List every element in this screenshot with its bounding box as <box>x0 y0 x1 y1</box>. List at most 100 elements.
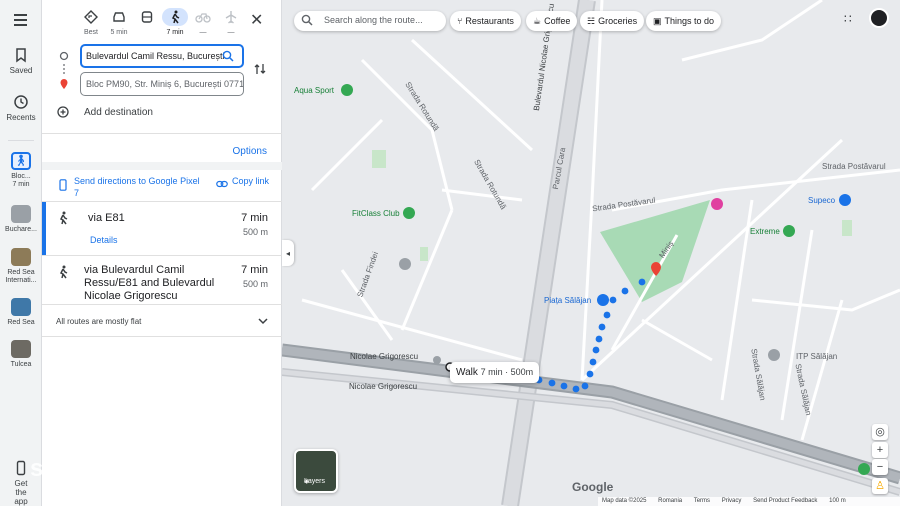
layers-button[interactable]: ◈ Layers <box>294 449 338 493</box>
feedback-link[interactable]: Send Product Feedback <box>753 498 817 504</box>
add-circle-icon[interactable] <box>57 106 69 118</box>
travel-modes: Best 5 min 7 min — — <box>78 8 278 38</box>
mode-best[interactable]: Best <box>78 8 104 36</box>
country-link[interactable]: Romania <box>658 498 682 504</box>
pegman-icon[interactable]: ♙ <box>872 478 888 494</box>
destination-value: Bloc PM90, Str. Miniș 6, București 07716 <box>86 79 244 89</box>
route-option-e81[interactable]: via E81 7 min 500 m Details <box>42 202 282 256</box>
google-logo: Google <box>572 480 614 494</box>
walking-icon <box>59 265 68 279</box>
scale-label[interactable]: 100 m <box>829 498 846 504</box>
mode-label: 5 min <box>110 29 128 36</box>
poi-fitclass[interactable]: FitClass Club <box>352 209 400 218</box>
swap-icon[interactable] <box>254 62 266 76</box>
map-footer: Map data ©2025 Romania Terms Privacy Sen… <box>598 497 900 506</box>
chip-restaurants[interactable]: ⑂ Restaurants <box>450 11 521 31</box>
mode-label: — <box>199 29 207 36</box>
walking-icon <box>59 211 68 225</box>
mode-driving[interactable]: 5 min <box>106 8 132 36</box>
cart-icon: ☵ <box>587 16 596 26</box>
saved-button[interactable]: Saved <box>0 47 42 75</box>
poi-itp-salajan[interactable]: ITP Sălăjan <box>796 352 837 361</box>
my-location-icon[interactable]: ◎ <box>872 424 888 440</box>
phone-icon <box>16 460 26 476</box>
left-rail: Saved Recents 🚶︎ Bloc... 7 min Buchare..… <box>0 0 42 506</box>
collapse-panel-button[interactable]: ◂ <box>282 240 294 266</box>
menu-icon[interactable] <box>14 14 27 26</box>
mode-transit[interactable] <box>134 8 160 29</box>
poi-piata-salajan[interactable]: Piața Sălăjan <box>544 296 591 305</box>
saved-item-label: Red Sea Internati... <box>5 269 37 284</box>
chevron-left-icon: ◂ <box>285 248 290 258</box>
copy-link-button[interactable]: Copy link <box>232 175 272 187</box>
route-time: 7 min <box>241 212 268 224</box>
chip-label: Things to do <box>664 16 715 26</box>
send-to-phone-link[interactable]: Send directions to Google Pixel 7 <box>74 175 202 199</box>
origin-input[interactable]: Bulevardul Camil Ressu, București <box>80 44 244 68</box>
saved-label: Saved <box>9 66 33 75</box>
layers-label: Layers <box>304 478 326 485</box>
chip-things-to-do[interactable]: ▣ Things to do <box>646 11 722 31</box>
add-destination-button[interactable]: Add destination <box>84 107 153 118</box>
poi-supeco[interactable]: Supeco <box>808 196 835 205</box>
chip-coffee[interactable]: ☕︎ Coffee <box>526 11 578 31</box>
saved-item-bucharest[interactable]: Buchare... <box>3 205 39 234</box>
destination-input[interactable]: Bloc PM90, Str. Miniș 6, București 07716 <box>80 72 244 96</box>
walking-icon <box>171 10 180 24</box>
get-app-label: Get the app <box>14 479 28 506</box>
walk-label: Walk <box>456 367 478 378</box>
zoom-out-button[interactable]: − <box>872 459 888 475</box>
saved-item-label: Red Sea <box>7 319 35 326</box>
route-distance: 500 m <box>242 227 268 237</box>
chevron-down-icon[interactable] <box>258 317 268 325</box>
saved-item-bloc[interactable]: 🚶︎ Bloc... 7 min <box>3 152 39 189</box>
search-along-route-input[interactable]: Search along the route... <box>294 11 446 31</box>
poi-aqua-sport[interactable]: Aqua Sport <box>294 86 334 95</box>
divider <box>42 304 282 305</box>
history-icon <box>14 95 28 109</box>
saved-item-sub: 7 min <box>12 181 30 188</box>
link-icon <box>216 180 228 188</box>
route-name: via E81 <box>88 212 125 224</box>
mode-label: 7 min <box>166 29 184 36</box>
thumbnail <box>11 298 31 316</box>
origin-value: Bulevardul Camil Ressu, București <box>86 51 225 61</box>
recents-label: Recents <box>6 113 36 122</box>
recents-button[interactable]: Recents <box>0 94 42 122</box>
bus-icon <box>141 10 153 23</box>
saved-item-tulcea[interactable]: Tulcea <box>3 340 39 369</box>
saved-item-label: Buchare... <box>5 226 37 233</box>
divider <box>42 133 282 134</box>
street-label: Strada Postăvarul <box>822 162 886 171</box>
phone-send-icon <box>59 179 67 191</box>
search-icon[interactable] <box>222 50 234 62</box>
walk-duration-callout[interactable]: Walk 7 min · 500m <box>450 362 540 383</box>
saved-item-red-sea-international[interactable]: Red Sea Internati... <box>3 248 39 285</box>
route-option-camil-ressu[interactable]: via Bulevardul Camil Ressu/E81 and Bulev… <box>42 256 282 304</box>
mode-label: Best <box>83 29 98 36</box>
terms-link[interactable]: Terms <box>694 498 710 504</box>
chip-label: Restaurants <box>465 16 514 26</box>
thumbnail <box>11 340 31 358</box>
street-label: Nicolae Grigorescu <box>349 382 418 391</box>
avatar[interactable] <box>869 8 889 28</box>
saved-item-red-sea[interactable]: Red Sea <box>3 298 39 327</box>
bookmark-icon <box>16 48 26 63</box>
mode-flights[interactable]: — <box>218 8 244 36</box>
coffee-cup-icon: ☕︎ <box>533 16 542 26</box>
poi-extreme[interactable]: Extreme <box>750 227 780 236</box>
car-icon <box>113 12 125 22</box>
mode-walking[interactable]: 7 min <box>162 8 188 36</box>
mode-cycling[interactable]: — <box>190 8 216 36</box>
map-canvas[interactable]: Strada Rotundă Strada Rotundă Bulevardul… <box>282 0 900 506</box>
zoom-in-button[interactable]: + <box>872 442 888 458</box>
saved-item-label: Tulcea <box>10 361 32 368</box>
walk-time: 7 min · 500m <box>480 367 534 377</box>
options-button[interactable]: Options <box>233 146 267 157</box>
details-button[interactable]: Details <box>90 235 118 245</box>
chip-groceries[interactable]: ☵ Groceries <box>580 11 645 31</box>
close-icon[interactable]: ✕ <box>250 10 263 30</box>
divider <box>42 162 282 170</box>
privacy-link[interactable]: Privacy <box>722 498 742 504</box>
apps-grid-icon[interactable]: ∷ <box>844 12 852 26</box>
